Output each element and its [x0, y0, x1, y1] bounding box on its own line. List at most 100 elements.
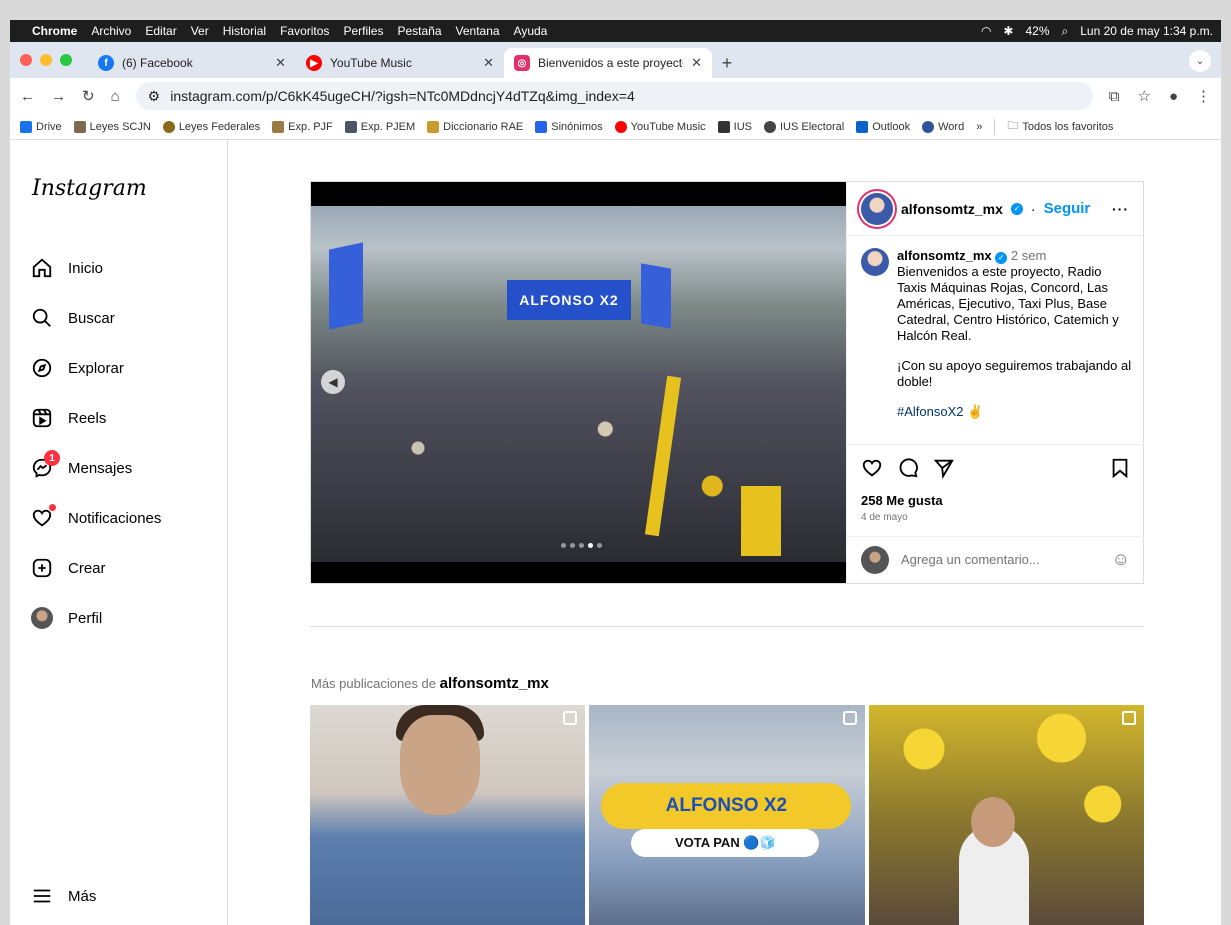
menubar-item[interactable]: Perfiles: [343, 24, 383, 38]
back-icon[interactable]: ←: [20, 88, 35, 105]
thumb-face: [400, 715, 480, 815]
profile-avatar: [30, 606, 54, 630]
save-bookmark-icon[interactable]: [1110, 457, 1130, 485]
bookmark-label: Diccionario RAE: [443, 120, 524, 133]
battery-percent[interactable]: 42%: [1025, 24, 1049, 38]
sidebar-item-explorar[interactable]: Explorar: [30, 356, 124, 380]
bookmark-exp-pjf[interactable]: Exp. PJF: [272, 120, 333, 133]
bookmark-label: Drive: [36, 120, 62, 133]
new-tab-button[interactable]: +: [712, 48, 742, 78]
close-window-button[interactable]: [20, 54, 32, 66]
bookmark-label: Todos los favoritos: [1022, 120, 1114, 133]
chrome-menu-icon[interactable]: ⋮: [1196, 87, 1211, 105]
bookmark-sinonimos[interactable]: Sinónimos: [535, 120, 603, 133]
bookmark-outlook[interactable]: Outlook: [856, 120, 910, 133]
bookmark-exp-pjem[interactable]: Exp. PJEM: [344, 120, 415, 133]
comment-icon[interactable]: [897, 457, 919, 485]
bookmark-label: IUS Electoral: [779, 120, 845, 133]
menubar-item[interactable]: Ventana: [456, 24, 500, 38]
close-tab-icon[interactable]: ✕: [483, 55, 494, 71]
forward-icon[interactable]: →: [51, 88, 66, 105]
heart-icon: [30, 504, 56, 530]
tab-strip: f (6) Facebook ✕ ▶ YouTube Music ✕ ◎ Bie…: [10, 42, 1221, 78]
menubar-app-name[interactable]: Chrome: [32, 24, 77, 38]
tab-search-menu-icon[interactable]: ⌄: [1189, 50, 1211, 72]
tab-facebook[interactable]: f (6) Facebook ✕: [88, 48, 296, 78]
tab-youtube-music[interactable]: ▶ YouTube Music ✕: [296, 48, 504, 78]
verified-badge-icon: ✓: [995, 252, 1008, 264]
close-tab-icon[interactable]: ✕: [275, 55, 286, 71]
post-thumbnail[interactable]: [868, 705, 1144, 925]
home-icon[interactable]: ⌂: [111, 88, 120, 105]
plus-square-icon: [30, 556, 54, 580]
caption-author-avatar[interactable]: [861, 248, 889, 276]
bookmarks-separator: [994, 118, 996, 135]
reload-icon[interactable]: ↻: [82, 87, 95, 105]
caption-username[interactable]: alfonsomtz_mx: [897, 248, 992, 263]
sidebar-item-mensajes[interactable]: 1 Mensajes: [30, 450, 132, 480]
follow-button[interactable]: Seguir: [1044, 200, 1091, 217]
bookmark-word[interactable]: Word: [922, 120, 964, 133]
post-thumbnail[interactable]: [310, 705, 586, 925]
bookmarks-overflow-button[interactable]: »: [976, 121, 982, 133]
bookmark-drive[interactable]: Drive: [20, 120, 62, 133]
sidebar-item-buscar[interactable]: Buscar: [30, 306, 115, 330]
comment-input[interactable]: Agrega un comentario...: [901, 552, 1040, 567]
tab-instagram[interactable]: ◎ Bienvenidos a este proyecto, ✕: [504, 48, 712, 78]
carousel-prev-button[interactable]: ◀: [321, 370, 345, 394]
menubar-clock[interactable]: Lun 20 de may 1:34 p.m.: [1080, 24, 1213, 38]
menubar-item[interactable]: Pestaña: [397, 24, 441, 38]
extension-icon[interactable]: ●: [1169, 88, 1178, 105]
url-text[interactable]: instagram.com/p/C6kK45ugeCH/?igsh=NTc0MD…: [170, 88, 635, 104]
author-avatar[interactable]: [861, 192, 893, 225]
emoji-icon[interactable]: ☺: [1112, 549, 1130, 570]
menubar-item[interactable]: Historial: [223, 24, 266, 38]
sidebar-item-crear[interactable]: Crear: [30, 556, 106, 580]
bookmark-diccionario-rae[interactable]: Diccionario RAE: [427, 120, 524, 133]
more-options-icon[interactable]: ···: [1112, 201, 1129, 217]
sidebar-item-notificaciones[interactable]: Notificaciones: [30, 504, 161, 530]
post-media-carousel[interactable]: ALFONSO X2 ◀: [311, 182, 846, 583]
carousel-dots: [561, 543, 602, 548]
more-posts-username[interactable]: alfonsomtz_mx: [440, 675, 549, 692]
bookmark-ius[interactable]: IUS: [717, 120, 752, 133]
tab-title: (6) Facebook: [122, 56, 193, 70]
search-icon[interactable]: ⌕: [1062, 24, 1069, 39]
zoom-window-button[interactable]: [60, 54, 72, 66]
bookmark-ius-electoral[interactable]: IUS Electoral: [763, 120, 845, 133]
menubar-item[interactable]: Ver: [191, 24, 209, 38]
menubar-item[interactable]: Ayuda: [514, 24, 548, 38]
address-bar[interactable]: ⚙ instagram.com/p/C6kK45ugeCH/?igsh=NTc0…: [135, 82, 1093, 110]
install-app-icon[interactable]: ⧉: [1109, 88, 1120, 105]
bookmark-label: YouTube Music: [630, 120, 706, 133]
share-icon[interactable]: [933, 457, 955, 485]
carousel-icon: [1121, 711, 1136, 725]
bluetooth-icon[interactable]: ✱: [1003, 24, 1013, 38]
bookmark-label: IUS: [733, 120, 752, 133]
site-info-icon[interactable]: ⚙: [148, 88, 161, 105]
sidebar-item-inicio[interactable]: Inicio: [30, 256, 103, 280]
author-username[interactable]: alfonsomtz_mx: [901, 201, 1003, 217]
bookmark-star-icon[interactable]: ☆: [1137, 87, 1150, 105]
wifi-icon[interactable]: ◠: [981, 24, 991, 38]
menubar-item[interactable]: Favoritos: [280, 24, 329, 38]
menubar-item[interactable]: Archivo: [91, 24, 131, 38]
instagram-sidebar: Instagram Inicio Buscar Explorar Reels 1…: [10, 140, 228, 925]
home-icon: [30, 256, 54, 280]
bookmark-leyes-federales[interactable]: Leyes Federales: [162, 120, 260, 133]
instagram-logo[interactable]: Instagram: [32, 176, 147, 201]
close-tab-icon[interactable]: ✕: [691, 55, 702, 71]
bookmark-all-favorites[interactable]: 🗀 Todos los favoritos: [1007, 117, 1113, 136]
sidebar-item-mas[interactable]: Más: [30, 884, 96, 908]
like-heart-icon[interactable]: [861, 457, 883, 485]
bookmark-youtube-music[interactable]: YouTube Music: [614, 120, 706, 133]
browser-window: f (6) Facebook ✕ ▶ YouTube Music ✕ ◎ Bie…: [10, 42, 1221, 925]
menubar-item[interactable]: Editar: [145, 24, 176, 38]
post-thumbnail[interactable]: ALFONSO X2 VOTA PAN 🔵🧊: [589, 705, 865, 925]
minimize-window-button[interactable]: [40, 54, 52, 66]
like-count[interactable]: 258 Me gusta: [861, 493, 1130, 508]
hashtag-link[interactable]: #AlfonsoX2 ✌: [897, 404, 1133, 420]
bookmark-leyes-scjn[interactable]: Leyes SCJN: [73, 120, 151, 133]
sidebar-item-perfil[interactable]: Perfil: [30, 606, 102, 630]
sidebar-item-reels[interactable]: Reels: [30, 406, 106, 430]
